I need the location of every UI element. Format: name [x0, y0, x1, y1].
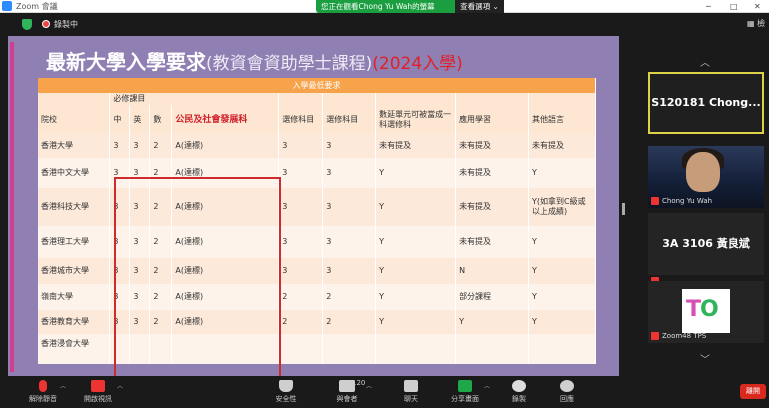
mic-muted-icon [39, 380, 47, 392]
col-elective-1: 選修科目 [278, 105, 324, 134]
chevron-up-icon[interactable]: ︿ [60, 381, 66, 390]
shared-screen: 最新大學入學要求(教資會資助學士課程)(2024入學) 入學最低要求 必修課目 … [8, 36, 619, 376]
to-logo: TO [682, 289, 730, 333]
table-row: 香港大學 3 3 2 A(達標) 3 3 未有提及 未有提及 未有提及 [38, 134, 597, 158]
unmute-button[interactable]: 解除靜音 ︿ [18, 376, 68, 408]
slide-accent-stripe [10, 42, 14, 372]
col-school: 院校 [38, 105, 111, 134]
chevron-up-icon[interactable]: ︿ [700, 54, 710, 69]
table-caption: 入學最低要求 [38, 78, 596, 93]
meeting-toolbar: 解除靜音 ︿ 開啟視訊 ︿ 安全性 120 與會者 ︿ 聊天 分享畫面 ︿ 錄製… [0, 376, 769, 408]
participant-tile[interactable]: 3A 3106 黃良斌 [648, 213, 764, 285]
col-m-module: 數延單元可被當成一科選修科 [375, 105, 457, 134]
security-button[interactable]: 安全性 [261, 376, 311, 408]
col-math: 數 [149, 105, 173, 134]
participant-name: 3A 3106 黃良斌 [662, 237, 750, 250]
participant-label: Zoom48 TPS [662, 332, 707, 340]
required-subjects-highlight [114, 177, 281, 376]
video-off-icon [91, 380, 105, 392]
title-bar: Zoom 會議 您正在觀看Chong Yu Wah的螢幕 查看選項 ⌄ ─ □ … [0, 0, 769, 13]
chevron-down-icon[interactable]: ﹀ [700, 351, 710, 366]
col-elective-2: 選修科目 [322, 105, 377, 134]
panel-resize-handle[interactable] [622, 203, 625, 215]
col-citizenship: 公民及社會發展科 [171, 105, 280, 134]
slide-title: 最新大學入學要求(教資會資助學士課程)(2024入學) [46, 48, 463, 78]
share-screen-button[interactable]: 分享畫面 ︿ [440, 376, 490, 408]
table-header-row-1: 必修課目 [38, 93, 597, 105]
col-chinese: 中 [109, 105, 131, 134]
chat-icon [404, 380, 418, 392]
recording-icon [42, 20, 50, 28]
maximize-button[interactable]: □ [730, 1, 738, 12]
start-video-button[interactable]: 開啟視訊 ︿ [73, 376, 123, 408]
screen-share-banner-text: 您正在觀看Chong Yu Wah的螢幕 [321, 2, 435, 11]
shield-icon[interactable] [22, 19, 32, 30]
screen-share-banner: 您正在觀看Chong Yu Wah的螢幕 查看選項 ⌄ [316, 0, 504, 13]
chevron-up-icon[interactable]: ︿ [366, 381, 372, 390]
table-header-row-2: 院校 中 英 數 公民及社會發展科 選修科目 選修科目 數延單元可被當成一科選修… [38, 105, 597, 134]
slide-title-main: 最新大學入學要求 [46, 50, 206, 74]
close-button[interactable]: ✕ [754, 1, 761, 12]
col-applied-learning: 應用學習 [455, 105, 529, 134]
mic-muted-icon [651, 332, 659, 340]
slide-title-year: (2024入學) [372, 54, 463, 74]
meeting-info-strip: 錄製中 ▦ 檢 [0, 13, 769, 36]
mic-muted-icon [651, 197, 659, 205]
share-screen-icon [458, 380, 472, 392]
reactions-button[interactable]: 回應 [542, 376, 592, 408]
participants-count: 120 [352, 379, 366, 387]
recording-status[interactable]: 錄製中 [54, 19, 78, 30]
col-other-language: 其他語言 [528, 105, 597, 134]
record-icon [512, 380, 526, 392]
view-options-button[interactable]: 查看選項 ⌄ [455, 0, 504, 13]
smiley-icon [560, 380, 574, 392]
participant-tile[interactable]: S120181 Chong... [648, 72, 764, 134]
participants-button[interactable]: 120 與會者 ︿ [322, 376, 373, 408]
window-title: Zoom 會議 [16, 2, 58, 11]
zoom-app-icon [2, 1, 12, 11]
slide-title-sub: (教資會資助學士課程) [206, 54, 373, 74]
participant-label: Chong Yu Wah [662, 197, 713, 205]
chat-button[interactable]: 聊天 [386, 376, 436, 408]
record-button[interactable]: 錄製 [494, 376, 544, 408]
participant-tile[interactable]: TO Zoom48 TPS [648, 281, 764, 343]
col-english: 英 [129, 105, 151, 134]
leave-meeting-button[interactable]: 離開 [740, 384, 766, 399]
chevron-up-icon[interactable]: ︿ [117, 381, 123, 390]
minimize-button[interactable]: ─ [706, 1, 711, 12]
video-person-face [686, 152, 720, 192]
table-caption-row: 入學最低要求 [38, 78, 596, 93]
shield-icon [279, 380, 293, 392]
view-button[interactable]: ▦ 檢 [747, 18, 765, 30]
required-subjects-header: 必修課目 [109, 93, 280, 105]
participant-name: S120181 Chong... [651, 96, 761, 109]
participant-tile[interactable]: Chong Yu Wah [648, 146, 764, 208]
chevron-up-icon[interactable]: ︿ [484, 381, 490, 390]
